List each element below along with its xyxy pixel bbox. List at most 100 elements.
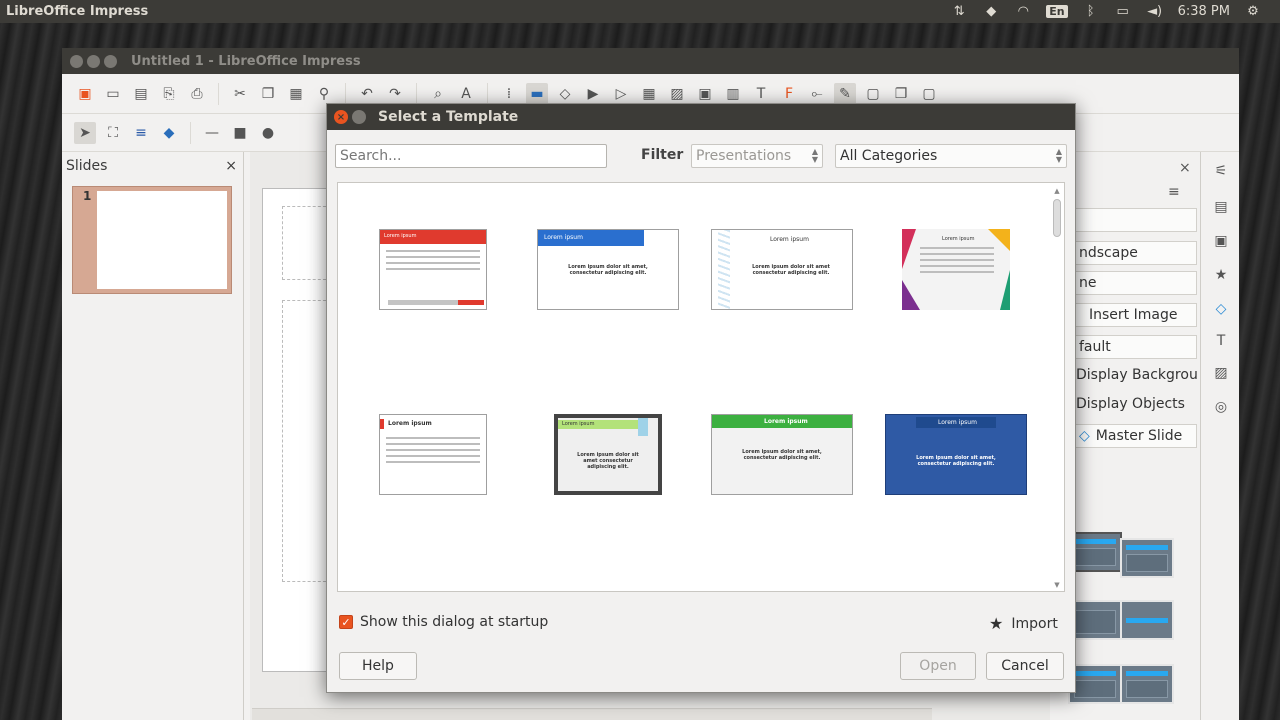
export-pdf-icon[interactable]: ⎘ [158, 83, 180, 105]
comment-icon[interactable]: ▢ [862, 83, 884, 105]
print-icon[interactable]: ⎙ [186, 83, 208, 105]
dropbox-icon[interactable]: ◆ [982, 4, 1000, 20]
copy-icon[interactable]: ❐ [257, 83, 279, 105]
undo-icon[interactable]: ↶ [356, 83, 378, 105]
zoom-pan-icon[interactable]: ⛶ [102, 122, 124, 144]
cut-icon[interactable]: ✂ [229, 83, 251, 105]
template-thumbnail[interactable]: Lorem ipsum Lorem ipsum dolor sit amet, … [537, 229, 679, 310]
scroll-up-icon[interactable]: ▲ [1052, 187, 1062, 195]
dialog-close-button[interactable]: × [334, 110, 348, 124]
slide-format-select[interactable]: ndscape [1072, 241, 1197, 265]
master-slide-button[interactable]: ◇ Master Slide [1072, 424, 1197, 448]
layout-thumbnail[interactable] [1068, 664, 1122, 704]
scroll-down-icon[interactable]: ▼ [1052, 581, 1062, 589]
chart-icon[interactable]: ▥ [722, 83, 744, 105]
navigator-tab-icon[interactable]: ◎ [1210, 396, 1232, 418]
properties-tab-icon[interactable]: ⚟ [1210, 160, 1232, 182]
gallery-tab-icon[interactable]: ▨ [1210, 362, 1232, 384]
slides-pane-close-button[interactable]: × [225, 158, 237, 174]
display-objects-checkbox[interactable]: Display Objects [1076, 396, 1185, 412]
styles-tab-icon[interactable]: T [1210, 330, 1232, 352]
category-select[interactable]: All Categories ▲ ▼ [835, 144, 1067, 168]
keyboard-language-indicator[interactable]: En [1046, 5, 1068, 18]
template-thumbnail[interactable]: Lorem ipsum [379, 229, 487, 310]
line-color-icon[interactable]: ≡ [130, 122, 152, 144]
background-select[interactable]: ne [1072, 271, 1197, 295]
settings-gear-icon[interactable]: ⚙ [1244, 4, 1262, 20]
slide-transition-tab-icon[interactable]: ▣ [1210, 230, 1232, 252]
template-gallery: Lorem ipsum Lorem ipsum Lorem ipsum dolo… [337, 182, 1065, 592]
display-views-icon[interactable]: ▬ [526, 82, 548, 105]
layout-thumbnail[interactable] [1120, 600, 1174, 640]
select-arrow-icon[interactable]: ➤ [74, 121, 96, 144]
dialog-minimize-button[interactable] [352, 110, 366, 124]
template-thumbnail[interactable]: Lorem ipsum Lorem ipsum dolor sit amet, … [885, 414, 1027, 495]
template-search-input[interactable] [335, 144, 607, 168]
display-background-checkbox[interactable]: Display Backgrou [1076, 367, 1198, 383]
clone-formatting-icon[interactable]: ⚲ [313, 83, 335, 105]
insert-image-button[interactable]: Insert Image [1072, 303, 1197, 327]
template-thumbnail[interactable]: Lorem ipsum Lorem ipsum dolor sit amet, … [711, 414, 853, 495]
start-from-current-icon[interactable]: ▷ [610, 83, 632, 105]
scroll-thumb[interactable] [1053, 199, 1061, 237]
animation-tab-icon[interactable]: ★ [1210, 264, 1232, 286]
sidebar-menu-icon[interactable]: ≡ [1168, 184, 1180, 200]
new-presentation-icon[interactable]: ▣ [74, 83, 96, 105]
start-presentation-icon[interactable]: ▶ [582, 83, 604, 105]
horizontal-scrollbar[interactable] [252, 708, 932, 720]
gallery-vertical-scrollbar[interactable]: ▲ ▼ [1052, 187, 1062, 589]
battery-icon[interactable]: ▭ [1114, 4, 1132, 20]
fontwork-icon[interactable]: F [778, 83, 800, 105]
line-icon[interactable]: — [201, 122, 223, 144]
template-thumbnail[interactable]: Lorem ipsum Lorem ipsum dolor sit amet c… [554, 414, 662, 495]
slide-thumbnail[interactable]: 1 [72, 186, 232, 294]
show-at-startup-option[interactable]: ✓ Show this dialog at startup [339, 614, 548, 630]
help-button[interactable]: Help [339, 652, 417, 680]
media-icon[interactable]: ▣ [694, 83, 716, 105]
show-draw-functions-icon[interactable]: ✎ [834, 82, 856, 105]
table-icon[interactable]: ▦ [638, 83, 660, 105]
open-button[interactable]: Open [900, 652, 976, 680]
layout-thumbnail[interactable] [1068, 600, 1122, 640]
save-icon[interactable]: ▤ [130, 83, 152, 105]
window-maximize-button[interactable] [104, 54, 117, 68]
bluetooth-icon[interactable]: ᛒ [1082, 4, 1100, 20]
layouts-tab-icon[interactable]: ▤ [1210, 196, 1232, 218]
layout-thumbnail[interactable] [1120, 664, 1174, 704]
paste-icon[interactable]: ▦ [285, 83, 307, 105]
template-thumbnail[interactable]: Lorem ipsum Lorem ipsum dolor sit amet c… [711, 229, 853, 310]
sidebar-blank-field[interactable] [1072, 208, 1197, 232]
connector-icon[interactable]: ⟜ [806, 83, 828, 105]
window-close-button[interactable] [70, 54, 83, 68]
show-at-startup-checkbox[interactable]: ✓ [339, 615, 353, 629]
filter-type-select[interactable]: Presentations ▲ ▼ [691, 144, 823, 168]
window-minimize-button[interactable] [87, 54, 100, 68]
ellipse-icon[interactable]: ● [257, 122, 279, 144]
grid-icon[interactable]: ⁞ [498, 83, 520, 105]
filter-label: Filter [641, 147, 684, 163]
volume-icon[interactable]: ◄) [1146, 4, 1164, 20]
cancel-button[interactable]: Cancel [986, 652, 1064, 680]
delete-slide-icon[interactable]: ▢ [918, 83, 940, 105]
duplicate-slide-icon[interactable]: ❐ [890, 83, 912, 105]
master-slide-select[interactable]: fault [1072, 335, 1197, 359]
template-thumbnail[interactable]: Lorem ipsum [379, 414, 487, 495]
template-thumbnail[interactable]: Lorem ipsum [902, 229, 1010, 310]
spelling-icon[interactable]: A [455, 83, 477, 105]
clock[interactable]: 6:38 PM [1178, 4, 1230, 19]
network-transfer-icon[interactable]: ⇅ [950, 4, 968, 20]
find-icon[interactable]: ⌕ [427, 83, 449, 105]
import-button[interactable]: ★ Import [989, 614, 1058, 633]
fill-color-icon[interactable]: ◆ [158, 122, 180, 144]
text-box-icon[interactable]: T [750, 83, 772, 105]
image-icon[interactable]: ▨ [666, 83, 688, 105]
redo-icon[interactable]: ↷ [384, 83, 406, 105]
layout-thumbnail[interactable] [1120, 538, 1174, 578]
wifi-icon[interactable]: ◠ [1014, 4, 1032, 20]
sidebar-close-button[interactable]: × [1179, 160, 1191, 176]
rectangle-icon[interactable]: ■ [229, 122, 251, 144]
master-slides-tab-icon[interactable]: ◇ [1210, 298, 1232, 320]
layout-thumbnail[interactable] [1068, 532, 1122, 572]
open-folder-icon[interactable]: ▭ [102, 83, 124, 105]
master-slide-icon[interactable]: ◇ [554, 83, 576, 105]
